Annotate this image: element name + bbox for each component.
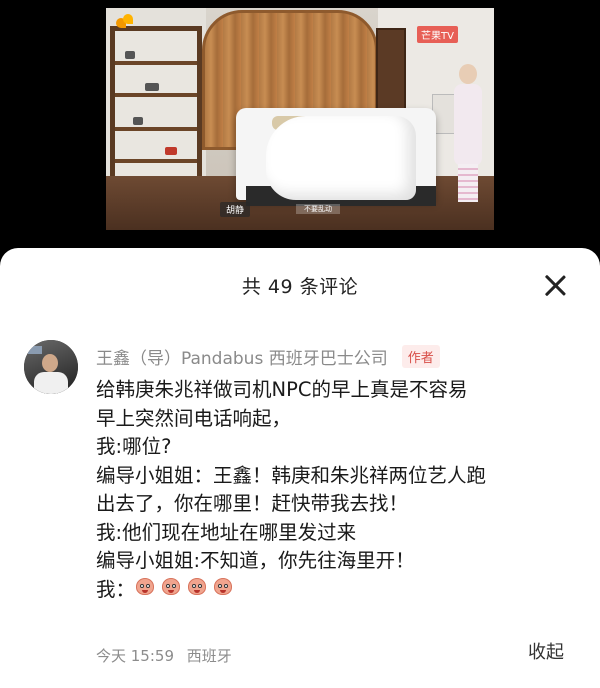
video-frame[interactable]: 芒果TV 胡静 不要乱动 bbox=[106, 8, 494, 230]
pig-face-emoji-icon bbox=[213, 576, 233, 596]
comment-author-name[interactable]: 王鑫（导）Pandabus 西班牙巴士公司 bbox=[96, 344, 388, 369]
mango-logo-icon bbox=[116, 14, 134, 30]
close-icon[interactable] bbox=[540, 270, 570, 300]
comment-time: 今天 15:59 bbox=[96, 647, 174, 665]
pig-face-emoji-icon bbox=[161, 576, 181, 596]
comments-header: 共 49 条评论 bbox=[0, 248, 600, 320]
pig-face-emoji-icon bbox=[187, 576, 207, 596]
comment-line-emoji: 我： bbox=[96, 576, 590, 605]
avatar[interactable] bbox=[24, 340, 78, 394]
comment-line: 给韩庚朱兆祥做司机NPC的早上真是不容易 bbox=[96, 378, 468, 401]
comment-line: 我:哪位? bbox=[96, 435, 172, 458]
comment-author-line: 王鑫（导）Pandabus 西班牙巴士公司 作者 bbox=[96, 344, 440, 369]
comment-line: 编导小姐姐：王鑫！韩庚和朱兆祥两位艺人跑 bbox=[96, 463, 487, 487]
scene-person-standing bbox=[450, 64, 484, 204]
comment-line: 早上突然间电话响起， bbox=[96, 406, 292, 430]
comments-count-title: 共 49 条评论 bbox=[241, 276, 359, 298]
comment-line: 编导小姐姐:不知道，你先往海里开！ bbox=[96, 549, 415, 572]
video-caption-name: 胡静 bbox=[220, 202, 251, 217]
scene-bookshelf bbox=[110, 26, 202, 196]
collapse-button[interactable]: 收起 bbox=[528, 638, 564, 664]
comment-text: 给韩庚朱兆祥做司机NPC的早上真是不容易 早上突然间电话响起， 我:哪位? 编导… bbox=[96, 376, 590, 604]
comment-line: 我:他们现在地址在哪里发过来 bbox=[96, 520, 357, 544]
video-player[interactable]: 芒果TV 胡静 不要乱动 bbox=[0, 0, 600, 248]
author-badge: 作者 bbox=[401, 344, 440, 368]
emoji-group bbox=[135, 576, 239, 605]
comment-location: 西班牙 bbox=[186, 647, 232, 665]
comment-line: 出去了，你在哪里！赶快带我去找！ bbox=[96, 492, 409, 515]
comment-line-prefix: 我： bbox=[96, 577, 136, 601]
comment-meta: 今天 15:59 西班牙 bbox=[96, 645, 232, 666]
scene-duvet bbox=[266, 116, 416, 200]
pig-face-emoji-icon bbox=[135, 576, 155, 596]
comments-sheet: 共 49 条评论 王鑫（导）Pandabus 西班牙巴士公司 作者 给韩庚朱兆祥… bbox=[0, 248, 600, 688]
video-caption-note: 不要乱动 bbox=[296, 204, 340, 214]
video-watermark: 芒果TV bbox=[417, 26, 458, 43]
